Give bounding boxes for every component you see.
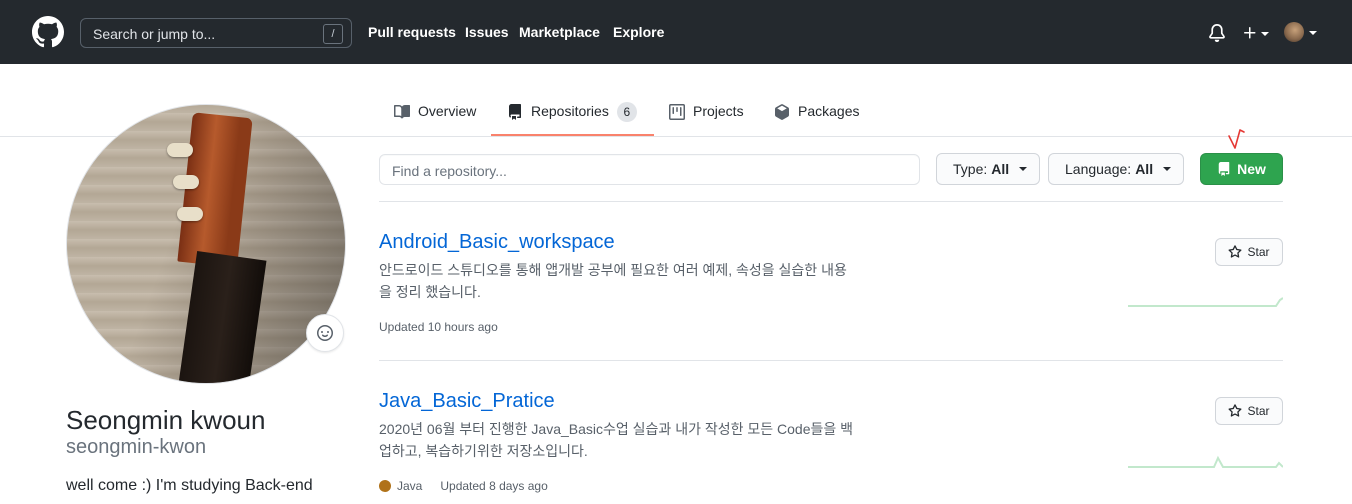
guitar-neck-image — [173, 250, 267, 383]
star-label: Star — [1247, 245, 1270, 259]
nav-explore[interactable]: Explore — [613, 24, 664, 40]
tab-label: Projects — [693, 103, 744, 119]
search-placeholder: Search or jump to... — [93, 26, 216, 42]
repo-updated-time: Updated 8 days ago — [440, 479, 548, 493]
star-icon — [1229, 245, 1242, 258]
repo-description: 2020년 06월 부터 진행한 Java_Basic수업 실습과 내가 작성한… — [379, 421, 854, 459]
repo-language: Java — [397, 479, 423, 493]
language-filter-value: All — [1135, 161, 1154, 177]
star-icon — [1229, 404, 1242, 417]
profile-avatar — [66, 104, 346, 384]
repo-updated-time: Updated 10 hours ago — [379, 320, 498, 334]
plus-icon — [1244, 27, 1256, 39]
tuning-peg — [177, 207, 203, 221]
set-status-button[interactable] — [306, 314, 344, 352]
tab-label: Packages — [798, 103, 860, 119]
avatar — [1284, 22, 1304, 42]
tuning-peg — [167, 143, 193, 157]
star-button[interactable]: Star — [1215, 238, 1283, 266]
repo-meta: Updated 10 hours ago — [379, 320, 498, 334]
language-filter-label: Language: — [1065, 161, 1132, 177]
new-repository-button[interactable]: New — [1200, 153, 1283, 185]
activity-sparkline — [1128, 297, 1283, 307]
type-filter-dropdown[interactable]: Type: All — [936, 153, 1040, 185]
chevron-down-icon — [1261, 32, 1269, 36]
package-icon — [775, 104, 789, 120]
search-shortcut-key: / — [323, 24, 343, 44]
profile-fullname: Seongmin kwoun — [66, 405, 266, 435]
book-icon — [394, 104, 410, 119]
project-icon — [669, 104, 685, 120]
repo-icon — [509, 104, 521, 120]
new-button-label: New — [1237, 161, 1266, 177]
star-button[interactable]: Star — [1215, 397, 1283, 425]
tab-projects[interactable]: Projects — [669, 96, 744, 136]
type-filter-value: All — [991, 161, 1010, 177]
list-divider — [379, 360, 1283, 361]
nav-marketplace[interactable]: Marketplace — [519, 24, 600, 40]
type-filter-label: Type: — [953, 161, 988, 177]
repo-name-link[interactable]: Java_Basic_Pratice — [379, 390, 555, 413]
profile-username: seongmin-kwon — [66, 436, 207, 458]
checkmark-annotation-icon — [1228, 129, 1245, 149]
list-divider — [379, 201, 1283, 202]
smiley-icon — [317, 325, 333, 341]
repo-name-link[interactable]: Android_Basic_workspace — [379, 231, 615, 254]
global-header: Search or jump to... / Pull requests Iss… — [0, 0, 1352, 64]
tab-repositories[interactable]: Repositories 6 — [491, 96, 654, 136]
user-menu-dropdown[interactable] — [1284, 22, 1320, 44]
tab-overview[interactable]: Overview — [394, 96, 476, 136]
global-search-input[interactable]: Search or jump to... / — [80, 18, 352, 48]
create-new-dropdown[interactable] — [1240, 21, 1270, 43]
chevron-down-icon — [1163, 167, 1172, 171]
github-logo-icon[interactable] — [32, 16, 64, 48]
find-repository-input[interactable]: Find a repository... — [379, 154, 920, 185]
activity-sparkline — [1128, 455, 1283, 468]
repo-icon — [1218, 162, 1230, 176]
tab-label: Overview — [418, 103, 477, 119]
tab-label: Repositories — [531, 103, 609, 119]
star-label: Star — [1247, 404, 1270, 418]
repo-meta: Java Updated 8 days ago — [379, 479, 548, 493]
tab-packages[interactable]: Packages — [774, 96, 859, 136]
chevron-down-icon — [1019, 167, 1028, 171]
guitar-headstock-image — [177, 112, 253, 268]
chevron-down-icon — [1309, 31, 1317, 35]
find-placeholder: Find a repository... — [392, 163, 507, 179]
repo-description: 안드로이드 스튜디오를 통해 앱개발 공부에 필요한 여러 예제, 속성을 실습… — [379, 262, 847, 300]
tuning-peg — [173, 175, 199, 189]
nav-pull-requests[interactable]: Pull requests — [368, 24, 456, 40]
nav-issues[interactable]: Issues — [465, 24, 509, 40]
profile-bio: well come :) I'm studying Back-end — [66, 477, 313, 494]
notification-bell-icon[interactable] — [1208, 24, 1226, 42]
language-color-dot — [379, 480, 391, 492]
language-filter-dropdown[interactable]: Language: All — [1048, 153, 1184, 185]
repo-count-badge: 6 — [616, 102, 637, 122]
